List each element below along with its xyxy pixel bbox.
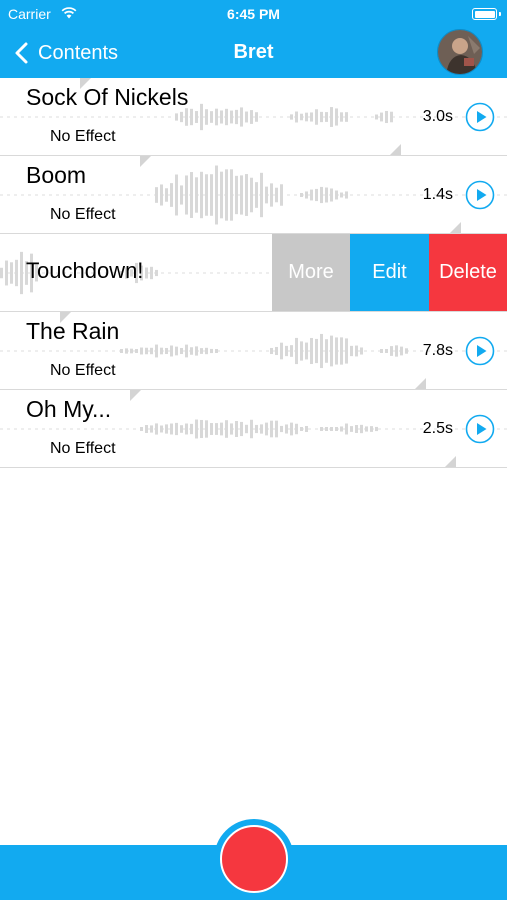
recording-effect: No Effect (50, 440, 116, 457)
recording-list: Sock Of Nickels No Effect 3.0s Boom No E… (0, 78, 507, 468)
avatar[interactable] (437, 29, 483, 75)
recording-name: Touchdown! (26, 258, 144, 283)
play-icon[interactable] (465, 180, 495, 210)
clock: 6:45 PM (227, 6, 280, 22)
recording-effect: No Effect (50, 206, 116, 223)
recording-name: Sock Of Nickels (26, 84, 189, 110)
recording-duration: 1.4s (422, 186, 453, 203)
status-bar: Carrier 6:45 PM (0, 0, 507, 28)
list-item[interactable]: Sock Of Nickels No Effect 3.0s (0, 78, 507, 156)
avatar-photo (438, 30, 482, 74)
play-icon[interactable] (465, 102, 495, 132)
more-button[interactable]: More (272, 234, 350, 311)
recording-duration: 7.8s (422, 342, 453, 359)
delete-button[interactable]: Delete (429, 234, 507, 311)
play-icon[interactable] (465, 336, 495, 366)
record-button[interactable] (220, 825, 288, 893)
list-item[interactable]: The Rain No Effect 7.8s (0, 312, 507, 390)
back-button[interactable]: Contents (12, 38, 118, 68)
recording-effect: No Effect (50, 362, 116, 379)
recording-name: The Rain (26, 318, 120, 344)
recording-duration: 3.0s (422, 108, 453, 125)
edit-button[interactable]: Edit (350, 234, 429, 311)
chevron-left-icon (15, 42, 28, 64)
list-item[interactable]: Oh My... No Effect 2.5s (0, 390, 507, 468)
back-label: Contents (38, 41, 119, 64)
recording-effect: No Effect (50, 128, 116, 145)
recording-name: Boom (26, 162, 87, 188)
recording-name: Oh My... (26, 396, 112, 422)
recording-duration: 2.5s (422, 420, 453, 437)
list-item[interactable]: Boom No Effect 1.4s (0, 156, 507, 234)
play-icon[interactable] (465, 414, 495, 444)
nav-header: Carrier 6:45 PM Contents Bret (0, 0, 507, 78)
list-item[interactable]: Touchdown! More Edit Delete (0, 234, 507, 312)
battery-icon (472, 8, 501, 20)
swipe-actions: More Edit Delete (272, 234, 507, 311)
